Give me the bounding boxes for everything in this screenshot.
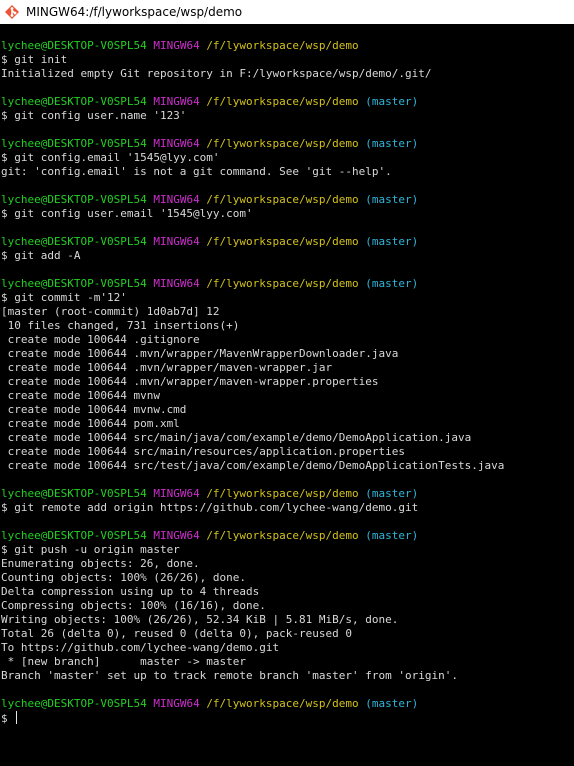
input-prompt[interactable]: $ bbox=[1, 712, 14, 725]
prompt-path: /f/lyworkspace/wsp/demo bbox=[206, 39, 359, 52]
prompt-line: lychee@DESKTOP-V0SPL54 MINGW64 /f/lywork… bbox=[1, 487, 574, 501]
command-line: $ git config user.email '1545@lyy.com' bbox=[1, 207, 253, 220]
output-line: create mode 100644 .mvn/wrapper/MavenWra… bbox=[1, 347, 399, 360]
output-line: create mode 100644 mvnw bbox=[1, 389, 160, 402]
prompt-user: lychee@DESKTOP-V0SPL54 bbox=[1, 487, 147, 500]
prompt-path: /f/lyworkspace/wsp/demo bbox=[206, 235, 359, 248]
output-line: [master (root-commit) 1d0ab7d] 12 bbox=[1, 305, 220, 318]
prompt-branch: (master) bbox=[365, 193, 419, 206]
output-line: create mode 100644 mvnw.cmd bbox=[1, 403, 187, 416]
prompt-system: MINGW64 bbox=[153, 697, 200, 710]
output-line: git: 'config.email' is not a git command… bbox=[1, 165, 392, 178]
prompt-system: MINGW64 bbox=[153, 39, 200, 52]
command-line: $ git commit -m'12' bbox=[1, 291, 127, 304]
title-bar: MINGW64:/f/lyworkspace/wsp/demo bbox=[0, 0, 574, 24]
prompt-line: lychee@DESKTOP-V0SPL54 MINGW64 /f/lywork… bbox=[1, 39, 574, 53]
window-title: MINGW64:/f/lyworkspace/wsp/demo bbox=[26, 5, 243, 19]
prompt-line: lychee@DESKTOP-V0SPL54 MINGW64 /f/lywork… bbox=[1, 697, 574, 711]
prompt-system: MINGW64 bbox=[153, 193, 200, 206]
prompt-branch: (master) bbox=[365, 529, 419, 542]
prompt-user: lychee@DESKTOP-V0SPL54 bbox=[1, 697, 147, 710]
output-line: 10 files changed, 731 insertions(+) bbox=[1, 319, 240, 332]
prompt-system: MINGW64 bbox=[153, 277, 200, 290]
terminal-window: MINGW64:/f/lyworkspace/wsp/demo lychee@D… bbox=[0, 0, 574, 766]
prompt-path: /f/lyworkspace/wsp/demo bbox=[206, 95, 359, 108]
prompt-user: lychee@DESKTOP-V0SPL54 bbox=[1, 39, 147, 52]
output-line: Delta compression using up to 4 threads bbox=[1, 585, 260, 598]
prompt-path: /f/lyworkspace/wsp/demo bbox=[206, 277, 359, 290]
prompt-user: lychee@DESKTOP-V0SPL54 bbox=[1, 137, 147, 150]
prompt-user: lychee@DESKTOP-V0SPL54 bbox=[1, 193, 147, 206]
text-cursor bbox=[16, 711, 18, 724]
prompt-line: lychee@DESKTOP-V0SPL54 MINGW64 /f/lywork… bbox=[1, 193, 574, 207]
prompt-path: /f/lyworkspace/wsp/demo bbox=[206, 487, 359, 500]
output-line: Compressing objects: 100% (16/16), done. bbox=[1, 599, 266, 612]
prompt-path: /f/lyworkspace/wsp/demo bbox=[206, 193, 359, 206]
output-line: Total 26 (delta 0), reused 0 (delta 0), … bbox=[1, 627, 352, 640]
output-line: Enumerating objects: 26, done. bbox=[1, 557, 200, 570]
prompt-branch: (master) bbox=[365, 137, 419, 150]
prompt-line: lychee@DESKTOP-V0SPL54 MINGW64 /f/lywork… bbox=[1, 529, 574, 543]
prompt-system: MINGW64 bbox=[153, 529, 200, 542]
command-line: $ git init bbox=[1, 53, 68, 66]
output-line: To https://github.com/lychee-wang/demo.g… bbox=[1, 641, 280, 654]
output-line: Branch 'master' set up to track remote b… bbox=[1, 669, 458, 682]
terminal-output[interactable]: lychee@DESKTOP-V0SPL54 MINGW64 /f/lywork… bbox=[0, 24, 574, 766]
output-line: create mode 100644 pom.xml bbox=[1, 417, 180, 430]
input-line[interactable]: $ bbox=[1, 711, 574, 725]
prompt-system: MINGW64 bbox=[153, 137, 200, 150]
output-line: create mode 100644 src/test/java/com/exa… bbox=[1, 459, 505, 472]
prompt-path: /f/lyworkspace/wsp/demo bbox=[206, 137, 359, 150]
prompt-system: MINGW64 bbox=[153, 95, 200, 108]
prompt-user: lychee@DESKTOP-V0SPL54 bbox=[1, 277, 147, 290]
prompt-line: lychee@DESKTOP-V0SPL54 MINGW64 /f/lywork… bbox=[1, 137, 574, 151]
output-line: create mode 100644 .mvn/wrapper/maven-wr… bbox=[1, 375, 379, 388]
command-line: $ git push -u origin master bbox=[1, 543, 180, 556]
prompt-user: lychee@DESKTOP-V0SPL54 bbox=[1, 95, 147, 108]
prompt-path: /f/lyworkspace/wsp/demo bbox=[206, 697, 359, 710]
command-line: $ git remote add origin https://github.c… bbox=[1, 501, 419, 514]
prompt-line: lychee@DESKTOP-V0SPL54 MINGW64 /f/lywork… bbox=[1, 235, 574, 249]
prompt-branch: (master) bbox=[365, 95, 419, 108]
output-line: * [new branch] master -> master bbox=[1, 655, 247, 668]
git-bash-icon bbox=[4, 4, 20, 20]
output-line: create mode 100644 .gitignore bbox=[1, 333, 200, 346]
prompt-line: lychee@DESKTOP-V0SPL54 MINGW64 /f/lywork… bbox=[1, 95, 574, 109]
output-line: create mode 100644 src/main/java/com/exa… bbox=[1, 431, 472, 444]
command-line: $ git config user.name '123' bbox=[1, 109, 187, 122]
prompt-branch: (master) bbox=[365, 235, 419, 248]
prompt-branch: (master) bbox=[365, 277, 419, 290]
output-line: create mode 100644 .mvn/wrapper/maven-wr… bbox=[1, 361, 333, 374]
prompt-user: lychee@DESKTOP-V0SPL54 bbox=[1, 235, 147, 248]
command-line: $ git add -A bbox=[1, 249, 81, 262]
output-line: Initialized empty Git repository in F:/l… bbox=[1, 67, 432, 80]
prompt-branch: (master) bbox=[365, 487, 419, 500]
prompt-system: MINGW64 bbox=[153, 487, 200, 500]
prompt-path: /f/lyworkspace/wsp/demo bbox=[206, 529, 359, 542]
output-line: Counting objects: 100% (26/26), done. bbox=[1, 571, 247, 584]
output-line: Writing objects: 100% (26/26), 52.34 KiB… bbox=[1, 613, 399, 626]
prompt-branch: (master) bbox=[365, 697, 419, 710]
prompt-system: MINGW64 bbox=[153, 235, 200, 248]
output-line: create mode 100644 src/main/resources/ap… bbox=[1, 445, 405, 458]
prompt-user: lychee@DESKTOP-V0SPL54 bbox=[1, 529, 147, 542]
command-line: $ git config.email '1545@lyy.com' bbox=[1, 151, 220, 164]
prompt-line: lychee@DESKTOP-V0SPL54 MINGW64 /f/lywork… bbox=[1, 277, 574, 291]
